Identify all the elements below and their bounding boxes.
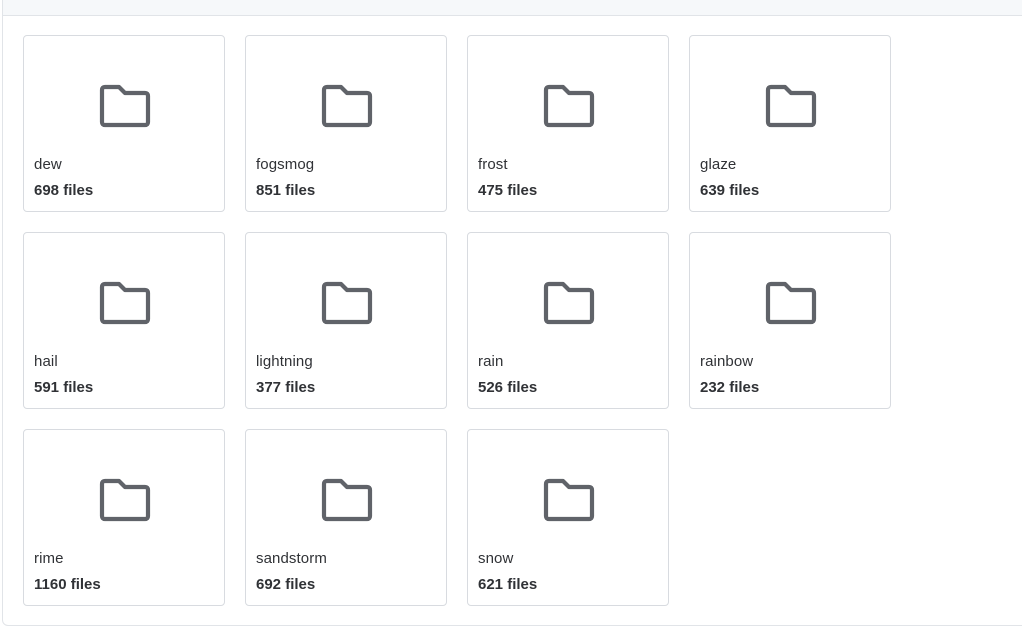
folder-card-rainbow[interactable]: rainbow 232 files	[689, 232, 891, 409]
folder-icon	[320, 478, 374, 522]
folder-name: fogsmog	[256, 156, 315, 173]
folder-card-dew[interactable]: dew 698 files	[23, 35, 225, 212]
folder-card-frost[interactable]: frost 475 files	[467, 35, 669, 212]
folder-grid: dew 698 files fogsmog 851 files frost 47…	[23, 35, 891, 606]
folder-card-snow[interactable]: snow 621 files	[467, 429, 669, 606]
folder-icon	[320, 84, 374, 128]
folder-name: hail	[34, 353, 58, 370]
folder-name: rain	[478, 353, 504, 370]
folder-file-count: 526 files	[478, 379, 538, 396]
folder-name: glaze	[700, 156, 737, 173]
folder-file-count: 639 files	[700, 182, 760, 199]
folder-icon	[542, 84, 596, 128]
folder-file-count: 698 files	[34, 182, 94, 199]
folder-card-rain[interactable]: rain 526 files	[467, 232, 669, 409]
folder-icon	[98, 281, 152, 325]
folder-icon	[320, 281, 374, 325]
panel-header	[3, 0, 1022, 16]
folder-name: rime	[34, 550, 64, 567]
folder-icon	[98, 478, 152, 522]
folder-card-glaze[interactable]: glaze 639 files	[689, 35, 891, 212]
folder-icon	[98, 84, 152, 128]
folder-name: frost	[478, 156, 508, 173]
folder-card-lightning[interactable]: lightning 377 files	[245, 232, 447, 409]
folder-name: rainbow	[700, 353, 754, 370]
folder-card-hail[interactable]: hail 591 files	[23, 232, 225, 409]
folder-file-count: 1160 files	[34, 576, 101, 593]
folder-file-count: 692 files	[256, 576, 316, 593]
folder-icon	[542, 478, 596, 522]
folder-file-count: 851 files	[256, 182, 316, 199]
folder-icon	[764, 84, 818, 128]
folder-file-count: 377 files	[256, 379, 316, 396]
folder-file-count: 621 files	[478, 576, 538, 593]
folder-card-fogsmog[interactable]: fogsmog 851 files	[245, 35, 447, 212]
folder-file-count: 591 files	[34, 379, 94, 396]
folder-icon	[542, 281, 596, 325]
folder-file-count: 475 files	[478, 182, 538, 199]
folder-name: sandstorm	[256, 550, 327, 567]
folder-card-rime[interactable]: rime 1160 files	[23, 429, 225, 606]
folder-name: dew	[34, 156, 62, 173]
folder-icon	[764, 281, 818, 325]
folder-name: snow	[478, 550, 514, 567]
folder-card-sandstorm[interactable]: sandstorm 692 files	[245, 429, 447, 606]
folder-file-count: 232 files	[700, 379, 760, 396]
folder-name: lightning	[256, 353, 313, 370]
